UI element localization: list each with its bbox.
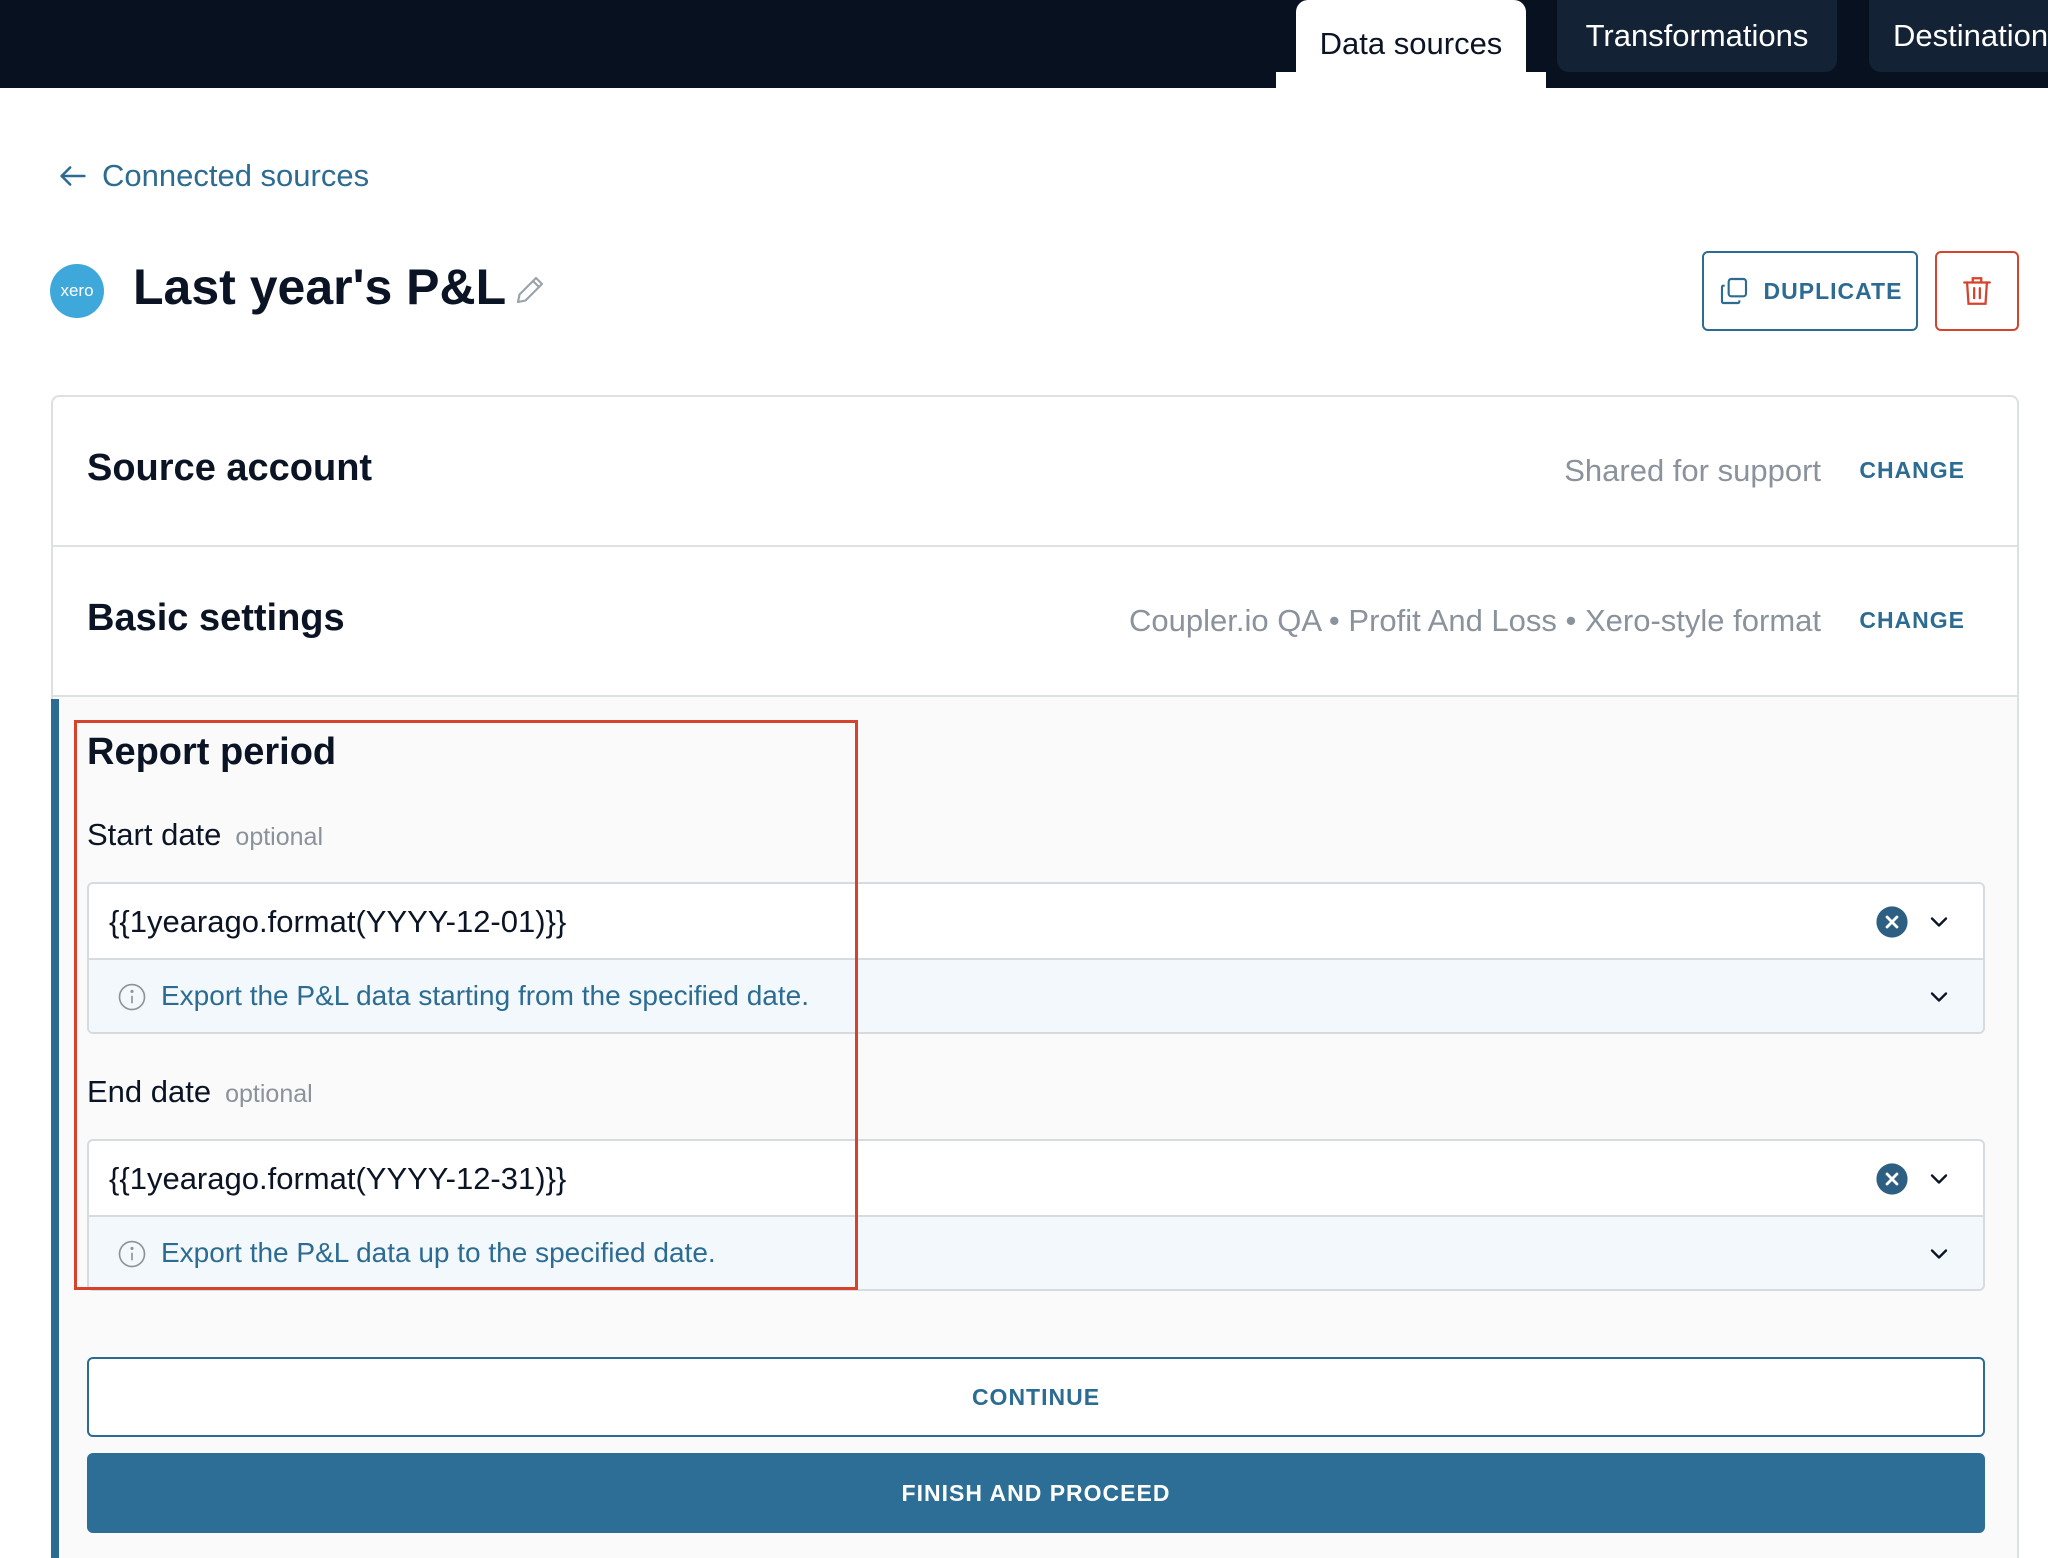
tab-transformations[interactable]: Transformations <box>1557 0 1837 72</box>
start-date-value: {{1yearago.format(YYYY-12-01)}} <box>109 904 567 939</box>
source-account-summary: Shared for support <box>1564 453 1821 488</box>
tab-destinations[interactable]: Destinations <box>1869 0 2048 72</box>
tab-notch-right <box>1526 72 1546 88</box>
start-date-label: Start date optional <box>87 817 323 853</box>
source-settings-card: Source account Shared for support CHANGE… <box>51 395 2019 1558</box>
basic-settings-summary: Coupler.io QA • Profit And Loss • Xero-s… <box>1129 603 1821 638</box>
end-date-hint[interactable]: Export the P&L data up to the specified … <box>89 1217 1983 1289</box>
basic-settings-section: Basic settings Coupler.io QA • Profit An… <box>53 547 2017 697</box>
clear-icon[interactable] <box>1875 1162 1909 1196</box>
active-section-indicator <box>51 699 59 1558</box>
start-date-optional-tag: optional <box>235 823 323 851</box>
tab-data-sources[interactable]: Data sources <box>1296 0 1526 88</box>
back-to-connected-sources-link[interactable]: Connected sources <box>56 158 369 194</box>
xero-logo: xero <box>50 264 104 318</box>
finish-and-proceed-button[interactable]: FINISH AND PROCEED <box>87 1453 1985 1533</box>
info-icon <box>118 1240 146 1268</box>
pencil-edit-icon[interactable] <box>512 272 548 308</box>
clear-icon[interactable] <box>1875 905 1909 939</box>
start-date-hint[interactable]: Export the P&L data starting from the sp… <box>89 960 1983 1032</box>
source-account-section: Source account Shared for support CHANGE <box>53 397 2017 547</box>
start-date-hint-text: Export the P&L data starting from the sp… <box>161 980 809 1011</box>
tab-notch-left <box>1276 72 1296 88</box>
copy-icon <box>1720 277 1747 305</box>
trash-icon <box>1963 277 1991 305</box>
end-date-label: End date optional <box>87 1074 313 1110</box>
source-account-change-button[interactable]: CHANGE <box>1859 457 1965 484</box>
page-title: Last year's P&L <box>133 259 507 315</box>
end-date-optional-tag: optional <box>225 1080 313 1108</box>
start-date-field: {{1yearago.format(YYYY-12-01)}} Export t… <box>87 882 1985 1034</box>
back-link-label: Connected sources <box>102 158 370 193</box>
duplicate-button[interactable]: DUPLICATE <box>1702 251 1918 331</box>
basic-settings-title: Basic settings <box>87 597 345 639</box>
chevron-down-icon[interactable] <box>1925 983 1953 1011</box>
xero-logo-text: xero <box>60 281 94 300</box>
chevron-down-icon[interactable] <box>1925 1165 1953 1193</box>
report-period-title: Report period <box>87 731 337 773</box>
delete-button[interactable] <box>1935 251 2019 331</box>
top-navigation-bar: Data sources Transformations Destination… <box>0 0 2048 88</box>
chevron-down-icon[interactable] <box>1925 908 1953 936</box>
end-date-field: {{1yearago.format(YYYY-12-31)}} Export t… <box>87 1139 1985 1291</box>
source-account-title: Source account <box>87 447 373 489</box>
duplicate-button-label: DUPLICATE <box>1763 277 1903 304</box>
info-icon <box>118 983 146 1011</box>
end-date-value: {{1yearago.format(YYYY-12-31)}} <box>109 1161 567 1196</box>
start-date-label-text: Start date <box>87 817 222 852</box>
end-date-hint-text: Export the P&L data up to the specified … <box>161 1237 716 1268</box>
basic-settings-change-button[interactable]: CHANGE <box>1859 607 1965 634</box>
continue-button[interactable]: CONTINUE <box>87 1357 1985 1437</box>
start-date-input[interactable]: {{1yearago.format(YYYY-12-01)}} <box>89 884 1983 960</box>
end-date-label-text: End date <box>87 1074 212 1109</box>
arrow-left-icon <box>60 166 86 186</box>
end-date-input[interactable]: {{1yearago.format(YYYY-12-31)}} <box>89 1141 1983 1217</box>
chevron-down-icon[interactable] <box>1925 1240 1953 1268</box>
